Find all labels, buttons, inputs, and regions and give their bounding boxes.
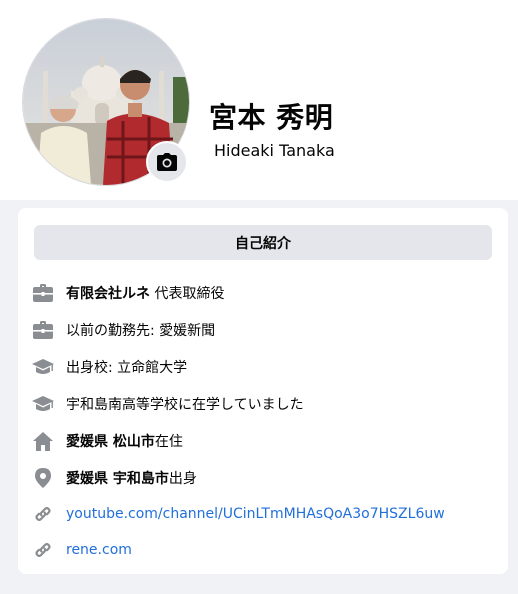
intro-item-current-city: 愛媛県 松山市在住 (32, 429, 502, 453)
profile-name: 宮本 秀明 (209, 101, 334, 134)
workplace-name[interactable]: 有限会社ルネ (66, 286, 150, 302)
graduation-cap-icon (32, 356, 54, 378)
intro-item-link-youtube: youtube.com/channel/UCinLTmMHAsQoA3o7HSZ… (32, 502, 502, 526)
camera-icon (157, 153, 177, 171)
home-icon (32, 430, 54, 452)
hometown[interactable]: 愛媛県 宇和島市 (66, 471, 169, 487)
current-city-suffix: 在住 (154, 434, 183, 450)
current-city[interactable]: 愛媛県 松山市 (66, 434, 155, 450)
hometown-suffix: 出身 (168, 471, 197, 487)
intro-section-header[interactable]: 自己紹介 (34, 225, 492, 260)
update-photo-button[interactable] (146, 141, 188, 183)
intro-item-hometown: 愛媛県 宇和島市出身 (32, 466, 502, 490)
briefcase-icon (32, 319, 54, 341)
intro-item-work: 有限会社ルネ 代表取締役 (32, 281, 502, 305)
job-title: 代表取締役 (150, 286, 225, 302)
location-pin-icon (32, 467, 54, 489)
youtube-link[interactable]: youtube.com/channel/UCinLTmMHAsQoA3o7HSZ… (66, 506, 445, 522)
briefcase-icon (32, 282, 54, 304)
high-school-text: 宇和島南高等学校に在学していました (66, 397, 304, 413)
website-link[interactable]: rene.com (66, 542, 132, 558)
previous-work-text: 以前の勤務先: 愛媛新聞 (66, 323, 216, 339)
university-text: 出身校: 立命館大学 (66, 360, 188, 376)
intro-item-previous-work: 以前の勤務先: 愛媛新聞 (32, 318, 502, 342)
intro-item-university: 出身校: 立命館大学 (32, 355, 502, 379)
profile-header: 宮本 秀明 Hideaki Tanaka (0, 0, 518, 200)
intro-item-high-school: 宇和島南高等学校に在学していました (32, 392, 502, 416)
intro-item-link-website: rene.com (32, 538, 502, 562)
link-icon (32, 539, 54, 561)
graduation-cap-icon (32, 393, 54, 415)
link-icon (32, 503, 54, 525)
profile-alternate-name: Hideaki Tanaka (214, 141, 335, 160)
intro-card: 自己紹介 有限会社ルネ 代表取締役 以前の勤務先: 愛媛新聞 出身校: 立命館大… (18, 208, 508, 574)
